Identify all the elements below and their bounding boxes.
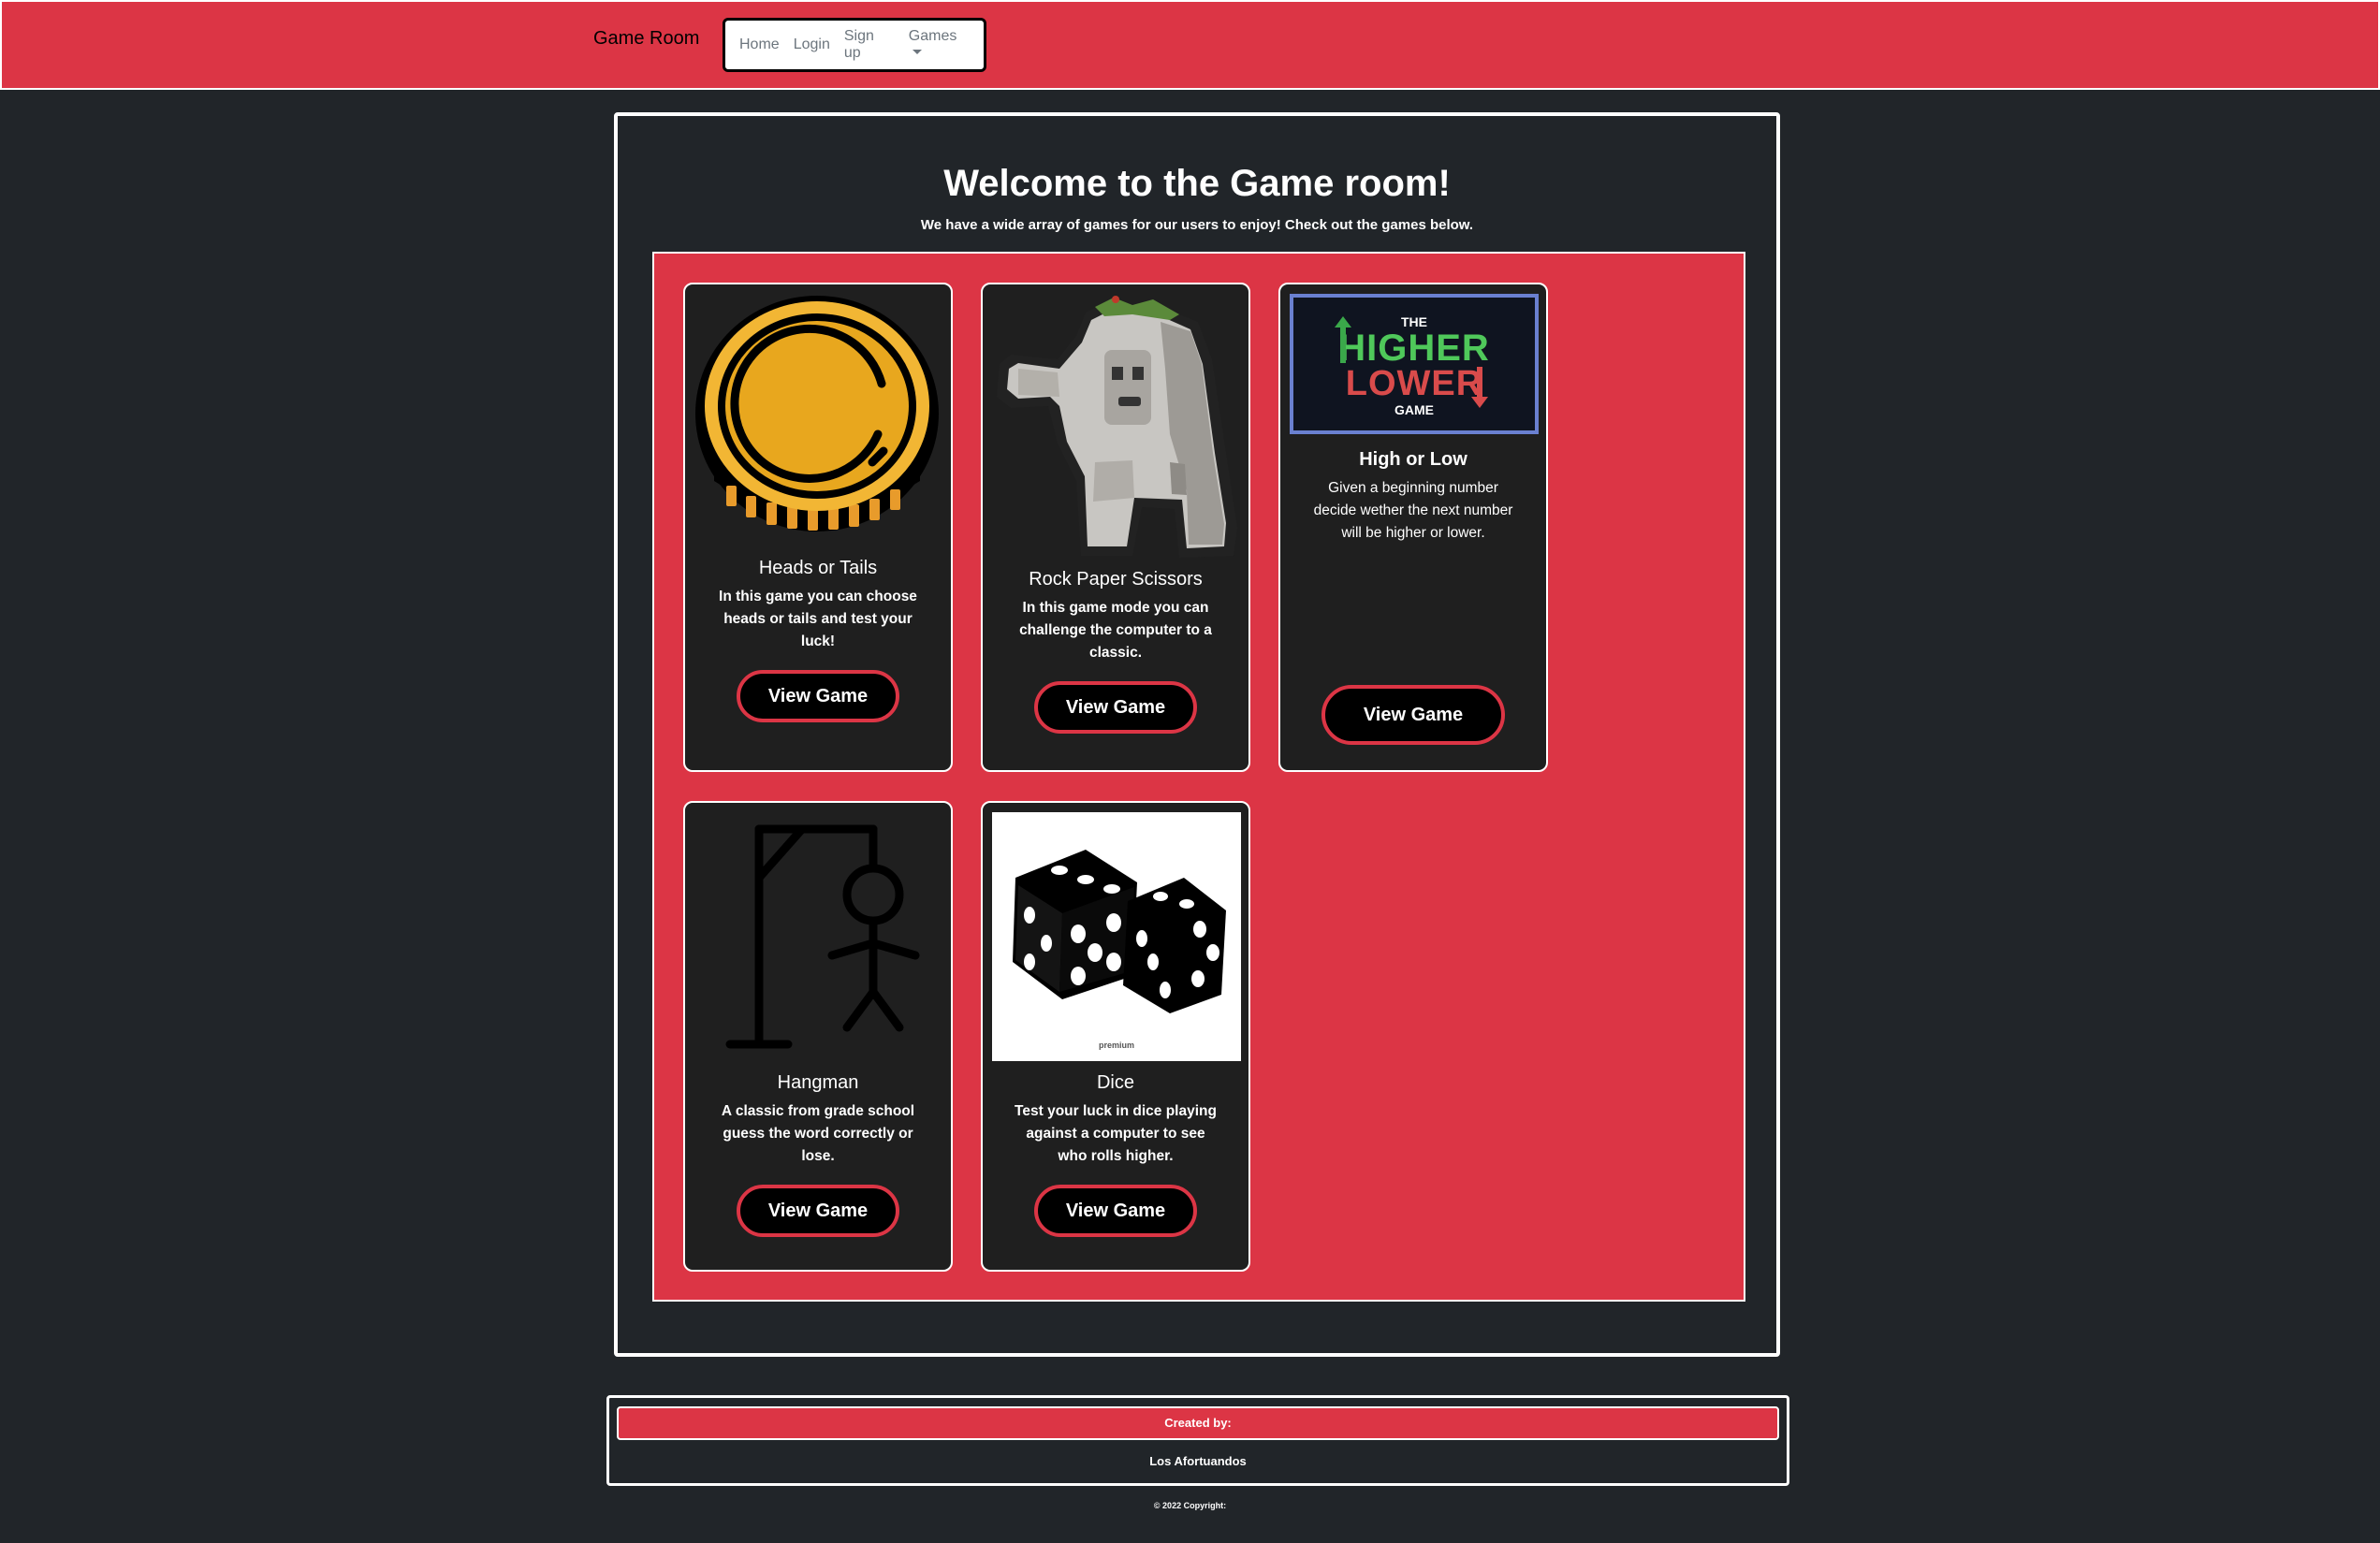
footer-team-name: Los Afortuandos: [1149, 1454, 1247, 1468]
card-description: In this game mode you can challenge the …: [1019, 600, 1212, 661]
card-title: Dice: [1096, 1072, 1134, 1093]
game-card-dice: premium Dice Test your luck in dice play…: [981, 801, 1250, 1272]
view-game-button[interactable]: View Game: [1034, 681, 1197, 734]
logo-higher: HIGHER: [1293, 316, 1535, 367]
higher-lower-logo: THE HIGHER LOWER GAME: [1290, 294, 1539, 434]
footer: Created by: Los Afortuandos: [606, 1395, 1789, 1486]
games-grid: Heads or Tails In this game you can choo…: [652, 252, 1745, 1302]
view-game-button[interactable]: View Game: [737, 1185, 899, 1237]
nav-menu: Home Login Sign up Games: [723, 18, 986, 72]
nav-games-label: Games: [908, 28, 957, 44]
dice-image: premium: [992, 812, 1241, 1061]
main-panel: Welcome to the Game room! We have a wide…: [614, 112, 1780, 1357]
nav-signup-link[interactable]: Sign up: [844, 28, 895, 62]
copyright-text: © 2022 Copyright:: [1153, 1501, 1227, 1510]
view-game-button[interactable]: View Game: [737, 670, 899, 722]
game-card-rock-paper-scissors: Rock Paper Scissors In this game mode yo…: [981, 283, 1250, 772]
card-description: Test your luck in dice playing against a…: [1015, 1103, 1217, 1164]
rock-golem-icon: [997, 296, 1237, 558]
nav-games-dropdown[interactable]: Games: [909, 28, 970, 62]
nav-login-link[interactable]: Login: [794, 36, 830, 53]
view-game-button[interactable]: View Game: [1034, 1185, 1197, 1237]
nav-home-link[interactable]: Home: [739, 36, 780, 53]
arrow-down-icon: [1471, 367, 1488, 408]
logo-lower: LOWER: [1293, 366, 1535, 408]
coin-icon: [695, 296, 939, 531]
logo-game: GAME: [1394, 402, 1434, 417]
navbar-brand[interactable]: Game Room: [593, 28, 699, 50]
game-card-heads-or-tails: Heads or Tails In this game you can choo…: [683, 283, 953, 772]
hangman-icon: [725, 824, 920, 1049]
game-card-hangman: Hangman A classic from grade school gues…: [683, 801, 953, 1272]
footer-created-by: Created by:: [617, 1406, 1779, 1440]
navbar: Game Room Home Login Sign up Games: [0, 0, 2380, 90]
page-subtitle: We have a wide array of games for our us…: [920, 217, 1474, 233]
page-title: Welcome to the Game room!: [943, 163, 1451, 204]
card-title: High or Low: [1359, 449, 1467, 470]
card-description: In this game you can choose heads or tai…: [719, 589, 917, 649]
card-title: Rock Paper Scissors: [1029, 569, 1203, 590]
view-game-button[interactable]: View Game: [1321, 685, 1505, 745]
card-description: Given a beginning number decide wether t…: [1313, 480, 1513, 541]
arrow-up-icon: [1335, 316, 1351, 363]
card-title: Heads or Tails: [758, 558, 878, 578]
game-card-high-or-low: THE HIGHER LOWER GAME High or Low Given …: [1278, 283, 1548, 772]
dice-watermark: premium: [1099, 1041, 1134, 1050]
chevron-down-icon: [912, 50, 922, 54]
card-description: A classic from grade school guess the wo…: [721, 1103, 915, 1164]
dice-icon: premium: [1013, 850, 1226, 1050]
card-title: Hangman: [777, 1072, 859, 1093]
